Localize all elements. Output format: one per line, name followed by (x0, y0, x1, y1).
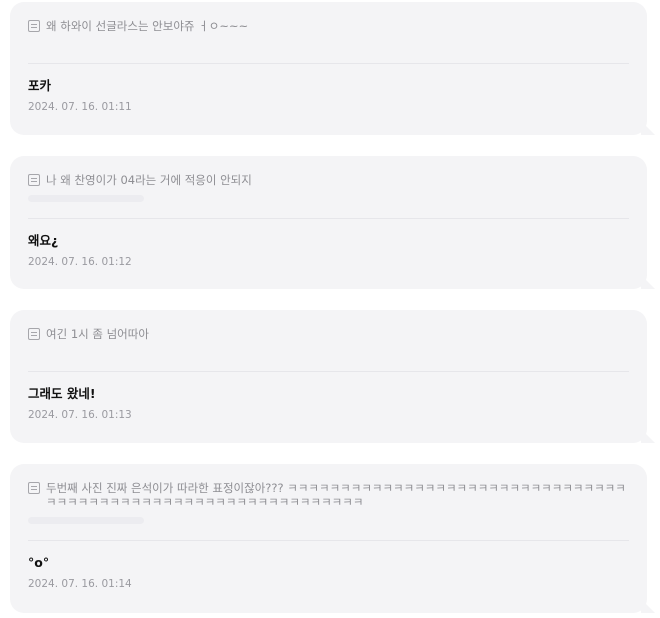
post-card[interactable]: 나 왜 찬영이가 04라는 거에 적응이 안되지 왜요¿ 2024. 07. 1… (10, 156, 655, 289)
question: 왜 하와이 선글라스는 안보야쥬 ㅓㅇ~~~ (28, 19, 629, 33)
question-text: 나 왜 찬영이가 04라는 거에 적응이 안되지 (46, 173, 252, 187)
timestamp: 2024. 07. 16. 01:13 (28, 409, 132, 421)
memo-icon (28, 20, 40, 32)
answer-text: 포카 (28, 78, 52, 93)
bubble-tail (641, 599, 655, 613)
timestamp: 2024. 07. 16. 01:14 (28, 578, 132, 590)
question-text: 두번째 사진 진짜 은석이가 따라한 표정이잖아??? ㅋㅋㅋㅋㅋㅋㅋㅋㅋㅋㅋㅋ… (46, 481, 626, 509)
question: 나 왜 찬영이가 04라는 거에 적응이 안되지 (28, 173, 629, 187)
timestamp: 2024. 07. 16. 01:11 (28, 101, 132, 113)
memo-icon (28, 328, 40, 340)
post-card[interactable]: 여긴 1시 좀 넘어따아 그래도 왔네! 2024. 07. 16. 01:13 (10, 310, 655, 443)
memo-icon (28, 174, 40, 186)
blurred-extra-line (28, 517, 144, 524)
post-card[interactable]: 왜 하와이 선글라스는 안보야쥬 ㅓㅇ~~~ 포카 2024. 07. 16. … (10, 2, 655, 135)
answer-text: 그래도 왔네! (28, 386, 96, 401)
post-card[interactable]: 두번째 사진 진짜 은석이가 따라한 표정이잖아??? ㅋㅋㅋㅋㅋㅋㅋㅋㅋㅋㅋㅋ… (10, 464, 655, 613)
bubble-tail (641, 429, 655, 443)
memo-icon (28, 482, 40, 494)
question-text: 여긴 1시 좀 넘어따아 (46, 327, 149, 341)
bubble-tail (641, 121, 655, 135)
answer-text: 왜요¿ (28, 233, 59, 248)
divider (28, 63, 629, 64)
question: 두번째 사진 진짜 은석이가 따라한 표정이잖아??? ㅋㅋㅋㅋㅋㅋㅋㅋㅋㅋㅋㅋ… (28, 481, 629, 509)
divider (28, 371, 629, 372)
answer-text: °o° (28, 555, 50, 570)
blurred-extra-line (28, 195, 144, 202)
question: 여긴 1시 좀 넘어따아 (28, 327, 629, 341)
divider (28, 218, 629, 219)
bubble-tail (641, 275, 655, 289)
divider (28, 540, 629, 541)
feed: 왜 하와이 선글라스는 안보야쥬 ㅓㅇ~~~ 포카 2024. 07. 16. … (0, 0, 660, 618)
question-text: 왜 하와이 선글라스는 안보야쥬 ㅓㅇ~~~ (46, 19, 249, 33)
timestamp: 2024. 07. 16. 01:12 (28, 256, 132, 268)
